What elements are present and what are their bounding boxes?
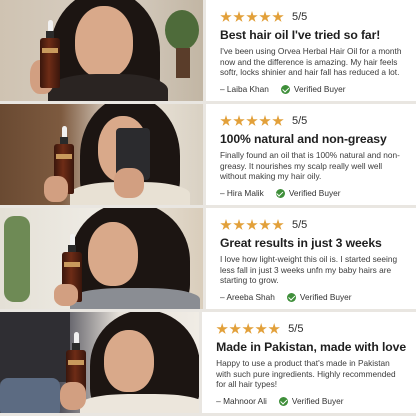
star-icon bbox=[242, 323, 254, 334]
reviewer-name: – Hira Malik bbox=[220, 188, 264, 198]
review-body: Happy to use a product that's made in Pa… bbox=[216, 358, 396, 389]
reviewer-name: – Mahnoor Ali bbox=[216, 396, 267, 406]
testimonial-row: 5/5 Great results in just 3 weeks I love… bbox=[0, 208, 416, 309]
reviewer-name: – Areeba Shah bbox=[220, 292, 275, 302]
customer-photo bbox=[0, 0, 203, 101]
review-meta: – Hira Malik Verified Buyer bbox=[220, 188, 340, 198]
star-icon bbox=[220, 11, 232, 22]
star-icon bbox=[259, 11, 271, 22]
verified-badge: Verified Buyer bbox=[299, 292, 352, 302]
star-icon bbox=[216, 323, 228, 334]
customer-photo bbox=[0, 208, 203, 309]
review-card: 5/5 Made in Pakistan, made with love Hap… bbox=[202, 312, 416, 413]
star-rating: 5/5 bbox=[220, 113, 406, 129]
star-icon bbox=[272, 115, 284, 126]
star-icon bbox=[233, 11, 245, 22]
testimonial-row: 5/5 100% natural and non-greasy Finally … bbox=[0, 104, 416, 205]
review-body: Finally found an oil that is 100% natura… bbox=[220, 150, 400, 181]
star-icon bbox=[220, 115, 232, 126]
star-icon bbox=[268, 323, 280, 334]
verified-badge: Verified Buyer bbox=[293, 84, 346, 94]
verified-check-icon bbox=[275, 188, 285, 198]
review-title: Best hair oil I've tried so far! bbox=[220, 28, 381, 42]
star-rating: 5/5 bbox=[220, 9, 406, 25]
star-icon bbox=[246, 219, 258, 230]
review-title: Made in Pakistan, made with love bbox=[216, 340, 406, 354]
star-rating: 5/5 bbox=[216, 321, 406, 337]
verified-badge: Verified Buyer bbox=[291, 396, 344, 406]
reviewer-name: – Laiba Khan bbox=[220, 84, 269, 94]
star-icon bbox=[272, 11, 284, 22]
verified-check-icon bbox=[286, 292, 296, 302]
rating-text: 5/5 bbox=[292, 11, 308, 23]
star-icon bbox=[259, 115, 271, 126]
verified-check-icon bbox=[278, 396, 288, 406]
verified-badge: Verified Buyer bbox=[288, 188, 341, 198]
review-title: Great results in just 3 weeks bbox=[220, 236, 382, 250]
review-body: I love how light-weight this oil is. I s… bbox=[220, 254, 398, 285]
review-card: 5/5 Best hair oil I've tried so far! I'v… bbox=[206, 0, 416, 101]
review-title: 100% natural and non-greasy bbox=[220, 132, 387, 146]
star-icon bbox=[233, 219, 245, 230]
star-rating: 5/5 bbox=[220, 217, 406, 233]
star-icon bbox=[272, 219, 284, 230]
customer-photo bbox=[0, 312, 200, 413]
review-meta: – Areeba Shah Verified Buyer bbox=[220, 292, 352, 302]
rating-text: 5/5 bbox=[292, 219, 308, 231]
testimonial-row: 5/5 Best hair oil I've tried so far! I'v… bbox=[0, 0, 416, 101]
star-icon bbox=[259, 219, 271, 230]
rating-text: 5/5 bbox=[292, 115, 308, 127]
testimonial-grid: 5/5 Best hair oil I've tried so far! I'v… bbox=[0, 0, 416, 416]
star-icon bbox=[246, 11, 258, 22]
star-icon bbox=[233, 115, 245, 126]
review-meta: – Laiba Khan Verified Buyer bbox=[220, 84, 346, 94]
rating-text: 5/5 bbox=[288, 323, 304, 335]
star-icon bbox=[255, 323, 267, 334]
review-card: 5/5 100% natural and non-greasy Finally … bbox=[206, 104, 416, 205]
testimonial-row: 5/5 Made in Pakistan, made with love Hap… bbox=[0, 312, 416, 413]
verified-check-icon bbox=[280, 84, 290, 94]
review-meta: – Mahnoor Ali Verified Buyer bbox=[216, 396, 343, 406]
review-card: 5/5 Great results in just 3 weeks I love… bbox=[206, 208, 416, 309]
customer-photo bbox=[0, 104, 203, 205]
star-icon bbox=[220, 219, 232, 230]
review-body: I've been using Orvea Herbal Hair Oil fo… bbox=[220, 46, 402, 77]
star-icon bbox=[229, 323, 241, 334]
star-icon bbox=[246, 115, 258, 126]
